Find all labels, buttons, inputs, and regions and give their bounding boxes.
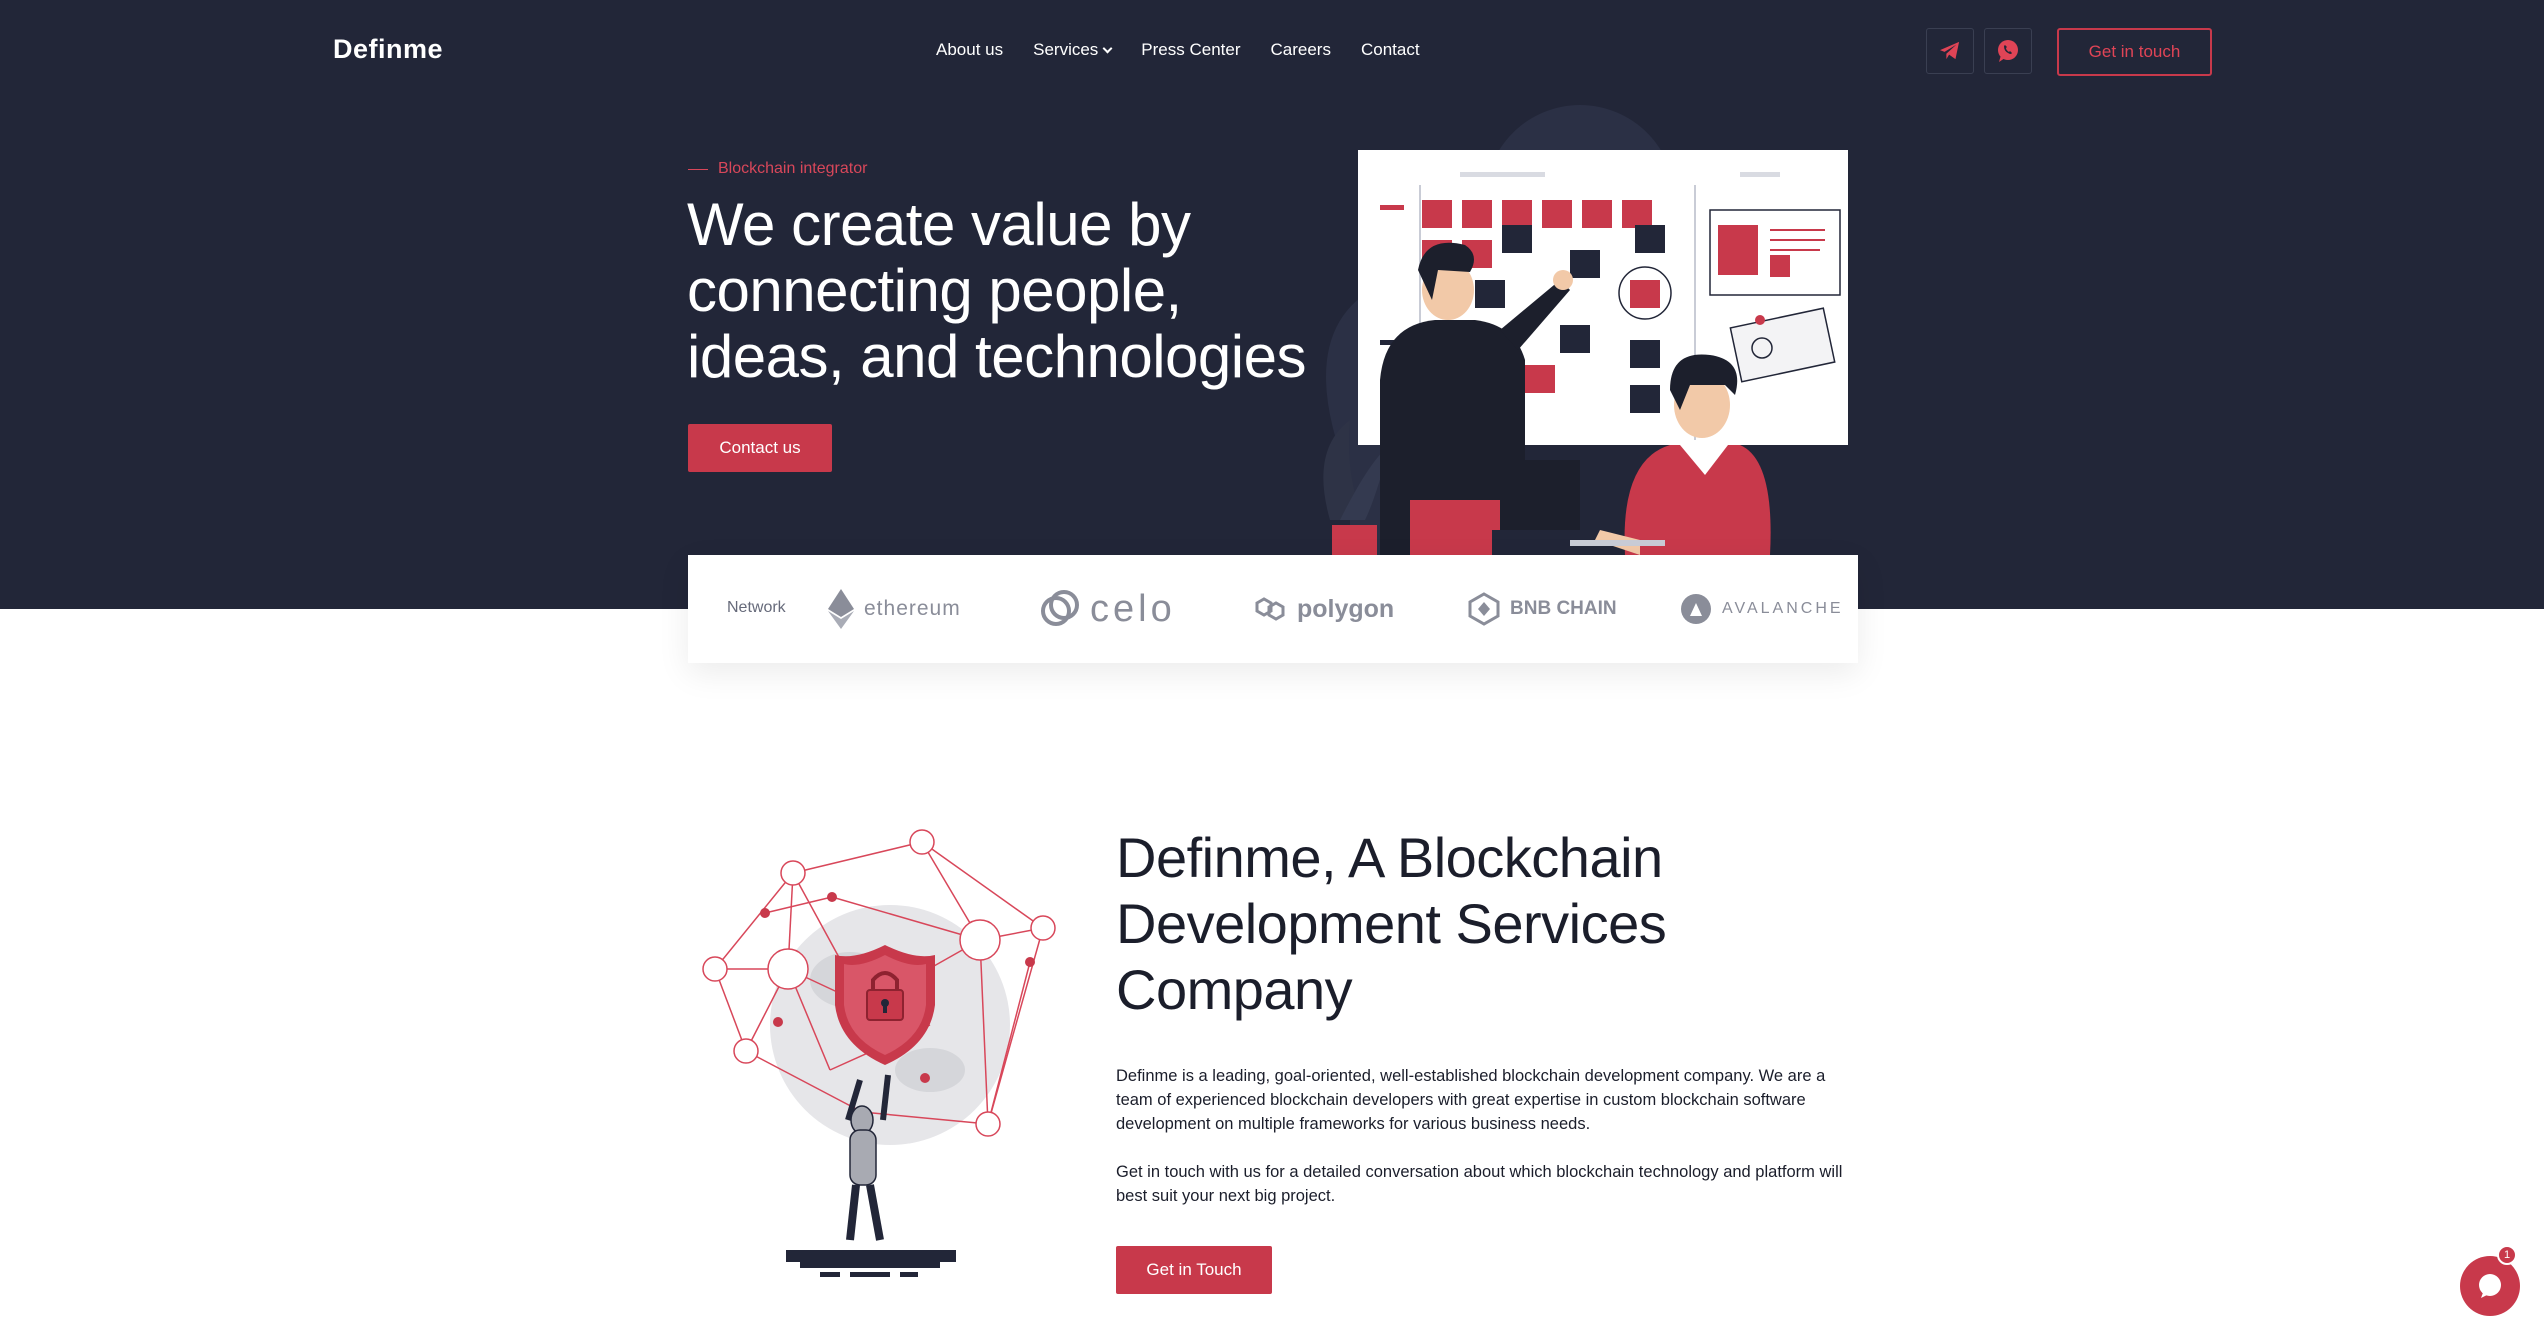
brand-ethereum-text: ethereum bbox=[864, 597, 961, 620]
nav-services[interactable]: Services bbox=[1033, 40, 1113, 60]
brand-polygon: polygon bbox=[1253, 583, 1394, 635]
logo[interactable]: Definme bbox=[333, 34, 443, 65]
brand-celo-text: celo bbox=[1090, 587, 1176, 630]
about-paragraph-1: Definme is a leading, goal-oriented, wel… bbox=[1116, 1067, 1826, 1133]
brand-ethereum: ethereum bbox=[828, 583, 961, 635]
brand-polygon-text: polygon bbox=[1297, 594, 1395, 623]
eyebrow-text: Blockchain integrator bbox=[718, 160, 868, 177]
get-in-touch-button[interactable]: Get in Touch bbox=[1116, 1246, 1272, 1294]
brand-avalanche: AVALANCHE bbox=[1680, 583, 1844, 635]
nav-contact[interactable]: Contact bbox=[1361, 40, 1420, 60]
chat-badge: 1 bbox=[2497, 1245, 2517, 1265]
eyebrow-dash bbox=[688, 168, 708, 170]
network-label: Network bbox=[727, 599, 786, 616]
get-in-touch-header-button[interactable]: Get in touch bbox=[2057, 28, 2212, 76]
celo-icon bbox=[1041, 590, 1079, 626]
telegram-icon bbox=[1940, 41, 1960, 60]
chat-widget-button[interactable] bbox=[2460, 1256, 2520, 1316]
main-nav: About us Services Press Center Careers C… bbox=[936, 40, 1450, 60]
network-strip: Network ethereum celo polygon BNB CHAIN bbox=[688, 555, 1858, 663]
brand-bnb-chain: BNB CHAIN bbox=[1468, 583, 1617, 635]
security-illustration bbox=[702, 829, 1056, 1277]
brand-avalanche-text: AVALANCHE bbox=[1722, 600, 1844, 617]
contact-us-button[interactable]: Contact us bbox=[688, 424, 832, 472]
avalanche-icon bbox=[1681, 594, 1711, 624]
brand-celo: celo bbox=[1040, 583, 1176, 635]
about-paragraph-2: Get in touch with us for a detailed conv… bbox=[1116, 1163, 1843, 1205]
polygon-icon bbox=[1255, 597, 1285, 621]
hero-illustration bbox=[1323, 105, 1848, 555]
brand-bnb-chain-text: BNB CHAIN bbox=[1510, 598, 1617, 619]
nav-careers[interactable]: Careers bbox=[1271, 40, 1331, 60]
whatsapp-icon bbox=[1998, 40, 2018, 62]
whatsapp-button[interactable] bbox=[1984, 28, 2032, 74]
ethereum-icon bbox=[828, 589, 854, 629]
chevron-down-icon bbox=[1102, 43, 1113, 53]
hero-section: Definme About us Services Press Center C… bbox=[0, 0, 2544, 609]
hero-title: We create value by connecting people, id… bbox=[687, 191, 1306, 390]
nav-services-label: Services bbox=[1033, 40, 1099, 59]
telegram-button[interactable] bbox=[1926, 28, 1974, 74]
nav-press-center[interactable]: Press Center bbox=[1141, 40, 1240, 60]
hero-eyebrow: Blockchain integrator bbox=[688, 160, 867, 178]
nav-about[interactable]: About us bbox=[936, 40, 1003, 60]
about-title: Definme, A Blockchain Development Servic… bbox=[1116, 826, 1667, 1021]
bnb-chain-icon bbox=[1468, 592, 1500, 626]
chat-icon bbox=[2479, 1274, 2501, 1298]
